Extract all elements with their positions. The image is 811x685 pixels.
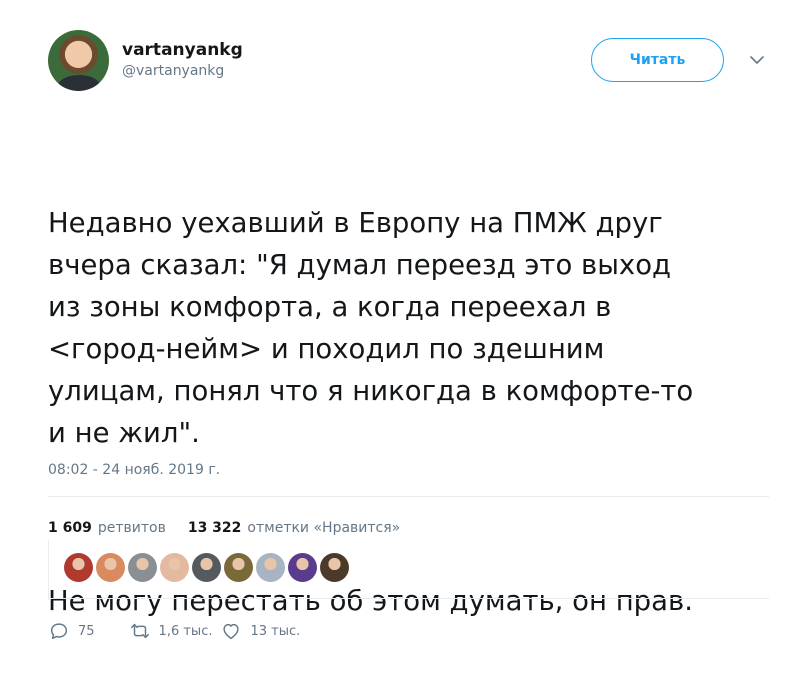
liker-avatar[interactable] <box>224 553 253 582</box>
tweet-actions: 75 1,6 тыс. 13 тыс. <box>48 620 300 642</box>
liker-avatar[interactable] <box>128 553 157 582</box>
avatar-shirt <box>58 75 100 91</box>
liker-avatar[interactable] <box>64 553 93 582</box>
avatar[interactable] <box>48 30 109 91</box>
liker-avatar[interactable] <box>160 553 189 582</box>
liker-avatar[interactable] <box>192 553 221 582</box>
liker-avatar[interactable] <box>256 553 285 582</box>
tweet-stats: 1 609 ретвитов 13 322 отметки «Нравится» <box>48 520 400 536</box>
chevron-down-icon[interactable] <box>750 55 764 65</box>
retweets-count[interactable]: 1 609 <box>48 520 92 536</box>
retweet-action[interactable]: 1,6 тыс. <box>129 620 213 642</box>
like-action[interactable]: 13 тыс. <box>220 620 300 642</box>
likes-label[interactable]: отметки «Нравится» <box>247 520 400 536</box>
user-handle[interactable]: @vartanyankg <box>122 63 224 79</box>
follow-button[interactable]: Читать <box>591 38 724 82</box>
divider <box>48 496 769 497</box>
retweet-icon <box>130 623 149 639</box>
display-name[interactable]: vartanyankg <box>122 40 243 60</box>
like-count: 13 тыс. <box>250 623 301 639</box>
tweet-paragraph-2: Не могу перестать об этом думать, он пра… <box>48 585 693 617</box>
heart-icon <box>223 623 240 640</box>
likers-separator <box>48 540 49 600</box>
tweet-paragraph-1: Недавно уехавший в Европу на ПМЖ друг вч… <box>48 207 694 449</box>
retweet-count: 1,6 тыс. <box>158 623 213 639</box>
tweet-text: Недавно уехавший в Европу на ПМЖ друг вч… <box>48 118 778 664</box>
tweet-timestamp[interactable]: 08:02 - 24 нояб. 2019 г. <box>48 462 220 478</box>
liker-avatar[interactable] <box>320 553 349 582</box>
reply-count: 75 <box>78 623 95 639</box>
reply-action[interactable]: 75 <box>48 620 95 642</box>
liker-avatar[interactable] <box>288 553 317 582</box>
retweets-label[interactable]: ретвитов <box>98 520 166 536</box>
reply-icon <box>50 623 68 640</box>
liker-avatar[interactable] <box>96 553 125 582</box>
divider <box>48 598 769 599</box>
likes-count[interactable]: 13 322 <box>188 520 242 536</box>
likers-avatars <box>64 553 349 582</box>
